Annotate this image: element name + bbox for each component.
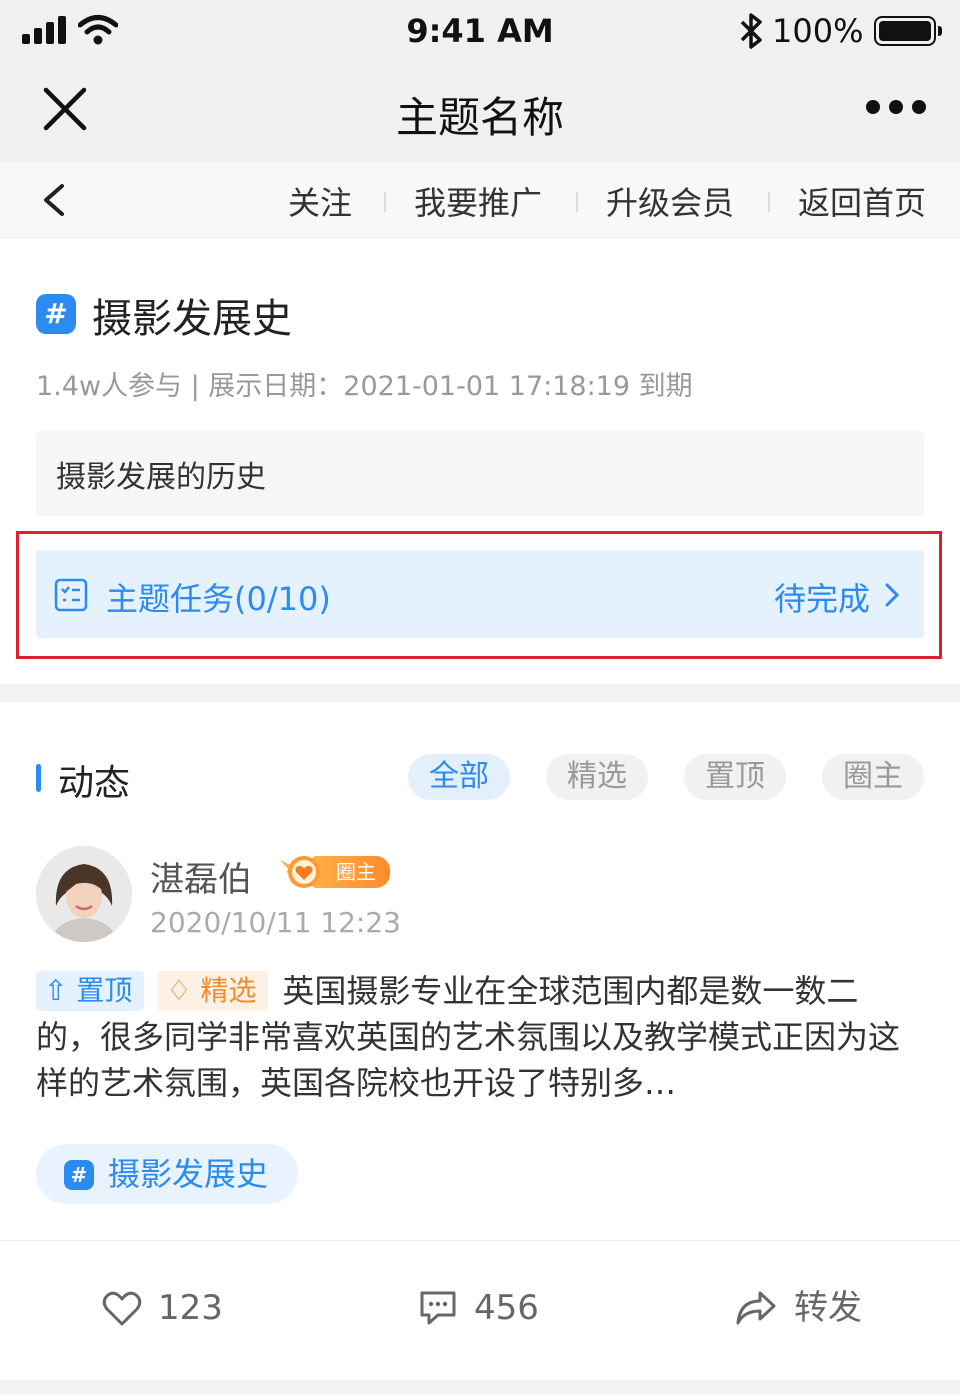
pinned-tag: ⇧ 置顶: [36, 971, 145, 1011]
toolbar: 关注 我要推广 升级会员 返回首页: [0, 162, 960, 238]
bluetooth-icon: [740, 13, 762, 49]
comment-count: 456: [474, 1288, 539, 1328]
author-name[interactable]: 湛磊伯: [150, 852, 252, 901]
share-label: 转发: [794, 1288, 862, 1328]
follow-button[interactable]: 关注: [288, 178, 352, 224]
task-label: 主题任务(0/10): [106, 580, 331, 618]
feed-title: 动态: [58, 763, 131, 804]
promote-button[interactable]: 我要推广: [414, 178, 542, 224]
divider: [576, 192, 578, 212]
topic-task-bar[interactable]: 主题任务(0/10) 待完成: [36, 550, 924, 638]
feed-section: 动态 全部 精选 置顶 圈主 湛磊伯 圈主 2020/10/11 12:23 ⇧…: [0, 702, 960, 1380]
more-icon[interactable]: [866, 100, 926, 116]
like-button[interactable]: 123: [102, 1278, 223, 1338]
comment-button[interactable]: 456: [418, 1278, 539, 1338]
heart-icon: [102, 1291, 142, 1326]
page-title: 主题名称: [395, 93, 564, 142]
battery-icon: [874, 16, 942, 46]
heart-badge-icon: [280, 856, 320, 888]
featured-tag: ♢ 精选: [158, 971, 269, 1011]
featured-tag-label: 精选: [200, 974, 257, 1007]
topic-meta: 1.4w人参与 | 展示日期：2021-01-01 17:18:19 到期: [36, 371, 693, 402]
avatar[interactable]: [36, 846, 132, 942]
back-icon[interactable]: [40, 182, 68, 218]
pinned-tag-label: 置顶: [76, 974, 133, 1007]
section-marker: [36, 764, 41, 792]
hashtag-icon: #: [64, 1160, 94, 1190]
post-content[interactable]: ⇧ 置顶 ♢ 精选 英国摄影专业在全球范围内都是数一数二的，很多同学非常喜欢英国的艺…: [36, 968, 908, 1106]
topic-tag[interactable]: # 摄影发展史: [36, 1144, 299, 1204]
filter-owner[interactable]: 圈主: [822, 754, 924, 800]
divider: [384, 192, 386, 212]
task-status: 待完成: [773, 580, 870, 618]
post-time: 2020/10/11 12:23: [150, 906, 401, 939]
filter-all[interactable]: 全部: [408, 754, 510, 800]
divider: [768, 192, 770, 212]
task-list-icon: [54, 578, 88, 612]
share-icon: [736, 1291, 776, 1325]
home-button[interactable]: 返回首页: [798, 178, 926, 224]
hashtag-icon: #: [36, 294, 76, 334]
upgrade-member-button[interactable]: 升级会员: [606, 178, 734, 224]
topic-description: 摄影发展的历史: [36, 430, 924, 516]
filter-featured[interactable]: 精选: [546, 754, 648, 800]
owner-badge: 圈主: [276, 852, 392, 892]
status-bar: 9:41 AM 100%: [0, 0, 960, 62]
filter-pinned[interactable]: 置顶: [684, 754, 786, 800]
chevron-right-icon: [885, 583, 900, 607]
comment-icon: [420, 1291, 456, 1325]
topic-tag-label: 摄影发展史: [108, 1155, 269, 1193]
divider: [0, 1240, 960, 1241]
share-button[interactable]: 转发: [734, 1278, 862, 1338]
nav-bar: 主题名称: [0, 62, 960, 162]
battery-percent: 100%: [772, 12, 864, 50]
topic-card: # 摄影发展史 1.4w人参与 | 展示日期：2021-01-01 17:18:…: [0, 238, 960, 684]
topic-title: 摄影发展史: [92, 296, 292, 342]
like-count: 123: [158, 1288, 223, 1328]
